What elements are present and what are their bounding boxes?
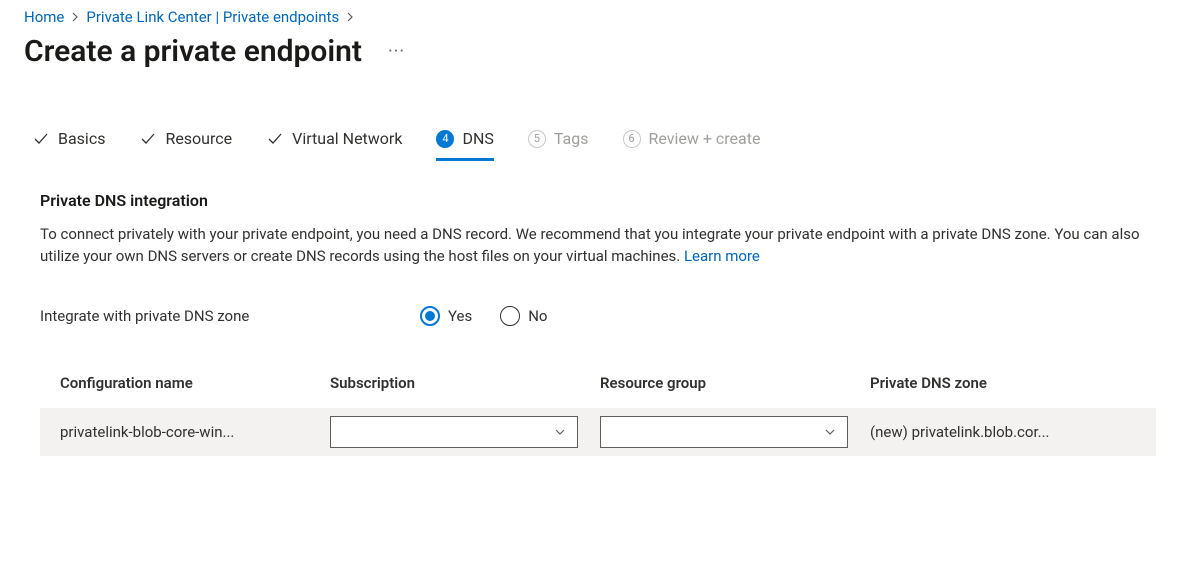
learn-more-link[interactable]: Learn more xyxy=(684,247,760,265)
check-icon xyxy=(32,130,50,148)
tab-review-create[interactable]: 6 Review + create xyxy=(623,129,761,161)
table-row: privatelink-blob-core-win... (new) pri xyxy=(40,408,1156,456)
chevron-down-icon xyxy=(553,425,567,439)
section-heading: Private DNS integration xyxy=(40,191,1156,210)
section-description-text: To connect privately with your private e… xyxy=(40,225,1140,265)
tab-virtual-network[interactable]: Virtual Network xyxy=(266,129,402,161)
tab-label: Tags xyxy=(554,129,589,148)
tab-resource[interactable]: Resource xyxy=(139,129,232,161)
radio-icon xyxy=(500,306,520,326)
subscription-dropdown[interactable] xyxy=(330,416,578,448)
col-resource-group: Resource group xyxy=(600,374,870,392)
integrate-dns-label: Integrate with private DNS zone xyxy=(40,307,420,325)
step-number-icon: 4 xyxy=(436,130,454,148)
tab-tags[interactable]: 5 Tags xyxy=(528,129,589,161)
dns-config-table-header: Configuration name Subscription Resource… xyxy=(40,374,1156,408)
chevron-right-icon xyxy=(345,12,355,22)
col-private-dns-zone: Private DNS zone xyxy=(870,374,1180,392)
tab-label: DNS xyxy=(462,129,493,148)
cell-config-name: privatelink-blob-core-win... xyxy=(60,423,330,441)
tab-label: Resource xyxy=(165,129,232,148)
breadcrumb: Home Private Link Center | Private endpo… xyxy=(24,8,1156,26)
radio-no[interactable]: No xyxy=(500,306,547,326)
step-number-icon: 5 xyxy=(528,130,546,148)
tab-dns[interactable]: 4 DNS xyxy=(436,129,493,161)
tab-label: Basics xyxy=(58,129,105,148)
wizard-stepper: Basics Resource Virtual Network 4 DNS 5 … xyxy=(32,129,1156,161)
resource-group-dropdown[interactable] xyxy=(600,416,848,448)
col-subscription: Subscription xyxy=(330,374,600,392)
chevron-down-icon xyxy=(823,425,837,439)
check-icon xyxy=(139,130,157,148)
breadcrumb-center[interactable]: Private Link Center | Private endpoints xyxy=(86,8,339,26)
integrate-dns-radio-group: Yes No xyxy=(420,306,548,326)
tab-label: Virtual Network xyxy=(292,129,402,148)
tab-basics[interactable]: Basics xyxy=(32,129,105,161)
page-title: Create a private endpoint xyxy=(24,34,362,69)
check-icon xyxy=(266,130,284,148)
more-actions-button[interactable]: ··· xyxy=(382,39,411,65)
chevron-right-icon xyxy=(70,12,80,22)
radio-icon xyxy=(420,306,440,326)
tab-label: Review + create xyxy=(649,129,761,148)
col-config-name: Configuration name xyxy=(60,374,330,392)
radio-label: Yes xyxy=(448,307,472,325)
cell-private-dns-zone: (new) privatelink.blob.cor... xyxy=(870,423,1180,441)
radio-label: No xyxy=(528,307,547,325)
breadcrumb-home[interactable]: Home xyxy=(24,8,64,26)
section-description: To connect privately with your private e… xyxy=(40,224,1150,268)
step-number-icon: 6 xyxy=(623,130,641,148)
radio-yes[interactable]: Yes xyxy=(420,306,472,326)
